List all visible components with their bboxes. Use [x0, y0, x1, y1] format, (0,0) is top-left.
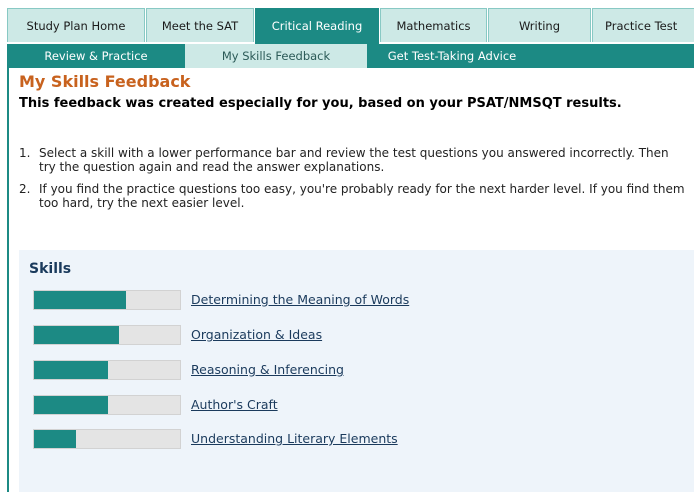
skill-link-literary-elements[interactable]: Understanding Literary Elements	[191, 431, 398, 446]
subnav-my-skills-feedback[interactable]: My Skills Feedback	[185, 44, 367, 68]
performance-bar	[33, 429, 181, 449]
performance-bar-fill	[34, 291, 126, 309]
sub-navigation: Review & Practice My Skills Feedback Get…	[7, 44, 694, 68]
page-title: My Skills Feedback	[19, 72, 191, 91]
performance-bar	[33, 325, 181, 345]
instruction-number: 2.	[19, 182, 31, 196]
instruction-list: 1. Select a skill with a lower performan…	[19, 146, 689, 218]
subnav-review-practice[interactable]: Review & Practice	[7, 44, 185, 68]
performance-bar	[33, 395, 181, 415]
instruction-item: 1. Select a skill with a lower performan…	[19, 146, 689, 174]
skill-link-organization-ideas[interactable]: Organization & Ideas	[191, 327, 322, 342]
skill-link-authors-craft[interactable]: Author's Craft	[191, 397, 278, 412]
performance-bar	[33, 290, 181, 310]
skills-heading: Skills	[29, 261, 72, 277]
tab-study-plan-home[interactable]: Study Plan Home	[7, 8, 145, 42]
instruction-item: 2. If you find the practice questions to…	[19, 182, 689, 210]
subnav-get-test-taking-advice[interactable]: Get Test-Taking Advice	[367, 44, 537, 68]
performance-bar-fill	[34, 326, 119, 344]
tab-critical-reading[interactable]: Critical Reading	[255, 8, 379, 44]
instruction-number: 1.	[19, 146, 31, 160]
skill-link-reasoning-inferencing[interactable]: Reasoning & Inferencing	[191, 362, 344, 377]
skills-panel: Skills Determining the Meaning of Words …	[19, 250, 694, 492]
tab-mathematics[interactable]: Mathematics	[380, 8, 487, 42]
performance-bar	[33, 360, 181, 380]
performance-bar-fill	[34, 430, 77, 448]
skill-link-meaning-of-words[interactable]: Determining the Meaning of Words	[191, 292, 409, 307]
performance-bar-fill	[34, 361, 109, 379]
tab-meet-the-sat[interactable]: Meet the SAT	[146, 8, 254, 42]
tab-practice-test[interactable]: Practice Test	[592, 8, 694, 42]
left-border-rule	[7, 68, 9, 492]
performance-bar-fill	[34, 396, 109, 414]
top-tab-bar: Study Plan Home Meet the SAT Critical Re…	[7, 8, 694, 44]
tab-writing[interactable]: Writing	[488, 8, 591, 42]
instruction-text: Select a skill with a lower performance …	[39, 146, 669, 174]
instruction-text: If you find the practice questions too e…	[39, 182, 685, 210]
intro-text: This feedback was created especially for…	[19, 96, 622, 111]
